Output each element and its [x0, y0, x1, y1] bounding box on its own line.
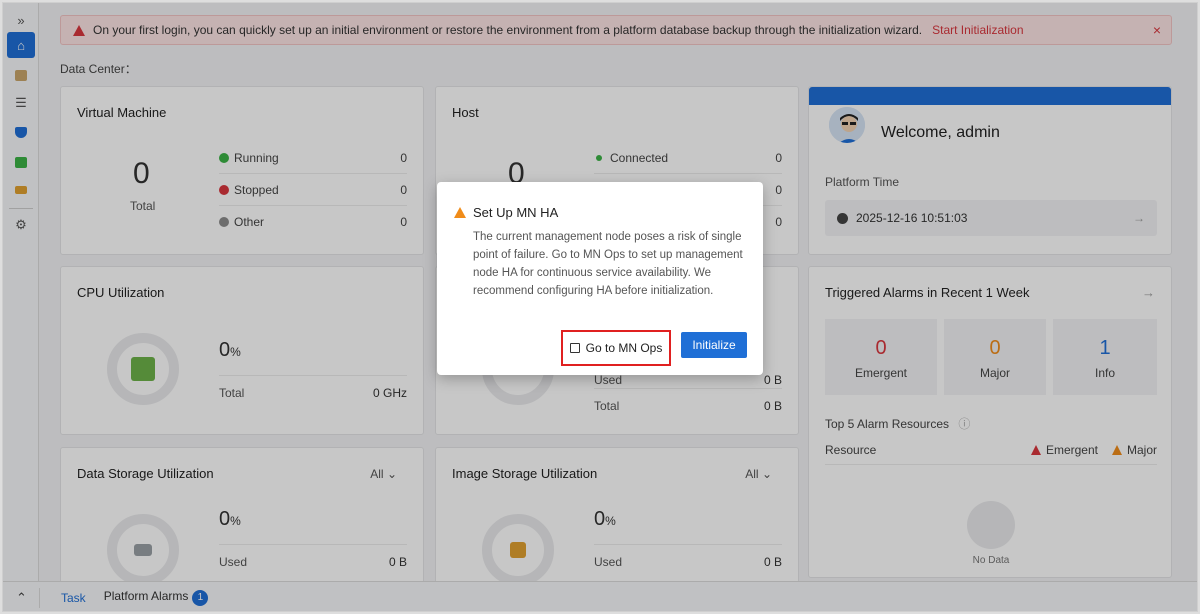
external-link-icon — [569, 343, 580, 353]
go-to-mn-ops-button[interactable]: Go to MN Ops — [561, 330, 671, 366]
modal-body: The current management node poses a risk… — [473, 231, 743, 297]
app-frame: » ⌂ ☰ ⚙ On your first login, you can qui… — [2, 2, 1198, 612]
mn-ha-modal: Set Up MN HA The current management node… — [437, 182, 763, 375]
initialize-button[interactable]: Initialize — [681, 332, 747, 358]
modal-title: Set Up MN HA — [473, 205, 559, 220]
warning-icon — [454, 207, 466, 218]
